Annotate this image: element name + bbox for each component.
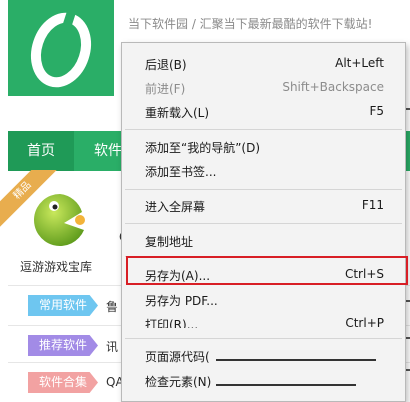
menu-item-reload[interactable]: 重新载入(L) F5	[122, 101, 405, 123]
menu-separator	[125, 129, 402, 130]
nav-home[interactable]: 首页	[8, 131, 74, 171]
nav-software[interactable]: 软件	[94, 131, 122, 171]
browser-context-menu: 后退(B) Alt+Left 前进(F) Shift+Backspace 重新载…	[121, 42, 406, 402]
menu-item-label: 复制地址	[145, 235, 194, 249]
menu-item-label: 另存为 PDF...	[145, 294, 218, 308]
menu-item-shortcut: F5	[369, 104, 384, 118]
category-recommended-item[interactable]: 讯	[106, 338, 118, 355]
menu-item-shortcut: F11	[361, 198, 384, 212]
pacman-game-icon[interactable]	[30, 190, 90, 250]
menu-separator	[125, 223, 402, 224]
menu-item-inspect[interactable]: 检查元素(N)	[122, 370, 405, 392]
menu-item-label: 前进(F)	[145, 82, 186, 96]
menu-item-print[interactable]: 打印(R)... Ctrl+P	[122, 313, 405, 328]
menu-item-label: 添加至“我的导航”(D)	[145, 141, 261, 155]
leaf-logo-icon	[31, 9, 91, 88]
menu-separator	[125, 338, 402, 339]
save-as-highlight-box	[126, 256, 408, 285]
menu-item-shortcut: Shift+Backspace	[282, 80, 384, 94]
site-tagline: 当下软件园 / 汇聚当下最新最酷的软件下载站!	[128, 17, 373, 31]
menu-item-fullscreen[interactable]: 进入全屏幕 F11	[122, 195, 405, 217]
menu-item-shortcut: Alt+Left	[335, 56, 384, 70]
scribble-mark	[216, 384, 356, 386]
menu-item-add-bookmark[interactable]: 添加至书签...	[122, 160, 405, 182]
menu-item-forward[interactable]: 前进(F) Shift+Backspace	[122, 77, 405, 99]
menu-item-label: 进入全屏幕	[145, 200, 206, 214]
menu-item-label: 页面源代码(	[145, 350, 210, 364]
menu-item-label: 后退(B)	[145, 58, 187, 72]
menu-item-save-as-pdf[interactable]: 另存为 PDF...	[122, 289, 405, 311]
menu-item-label: 重新载入(L)	[145, 106, 210, 120]
menu-item-add-to-nav[interactable]: 添加至“我的导航”(D)	[122, 136, 405, 158]
menu-item-label: 打印(R)...	[145, 318, 199, 328]
category-common-item[interactable]: 鲁	[106, 298, 118, 315]
category-recommended[interactable]: 推荐软件	[28, 335, 98, 356]
menu-separator	[125, 189, 402, 190]
menu-item-copy-address[interactable]: 复制地址	[122, 230, 405, 252]
menu-item-label: 检查元素(N)	[145, 375, 212, 389]
scribble-mark	[216, 359, 376, 361]
menu-item-label: 添加至书签...	[145, 165, 217, 179]
game-app-label[interactable]: 逗游游戏宝库	[20, 258, 92, 275]
category-common[interactable]: 常用软件	[28, 295, 98, 316]
category-collection[interactable]: 软件合集	[28, 372, 98, 393]
menu-item-shortcut: Ctrl+P	[345, 316, 384, 328]
menu-item-view-source[interactable]: 页面源代码(	[122, 345, 405, 367]
menu-item-back[interactable]: 后退(B) Alt+Left	[122, 53, 405, 75]
site-logo[interactable]	[8, 0, 114, 96]
